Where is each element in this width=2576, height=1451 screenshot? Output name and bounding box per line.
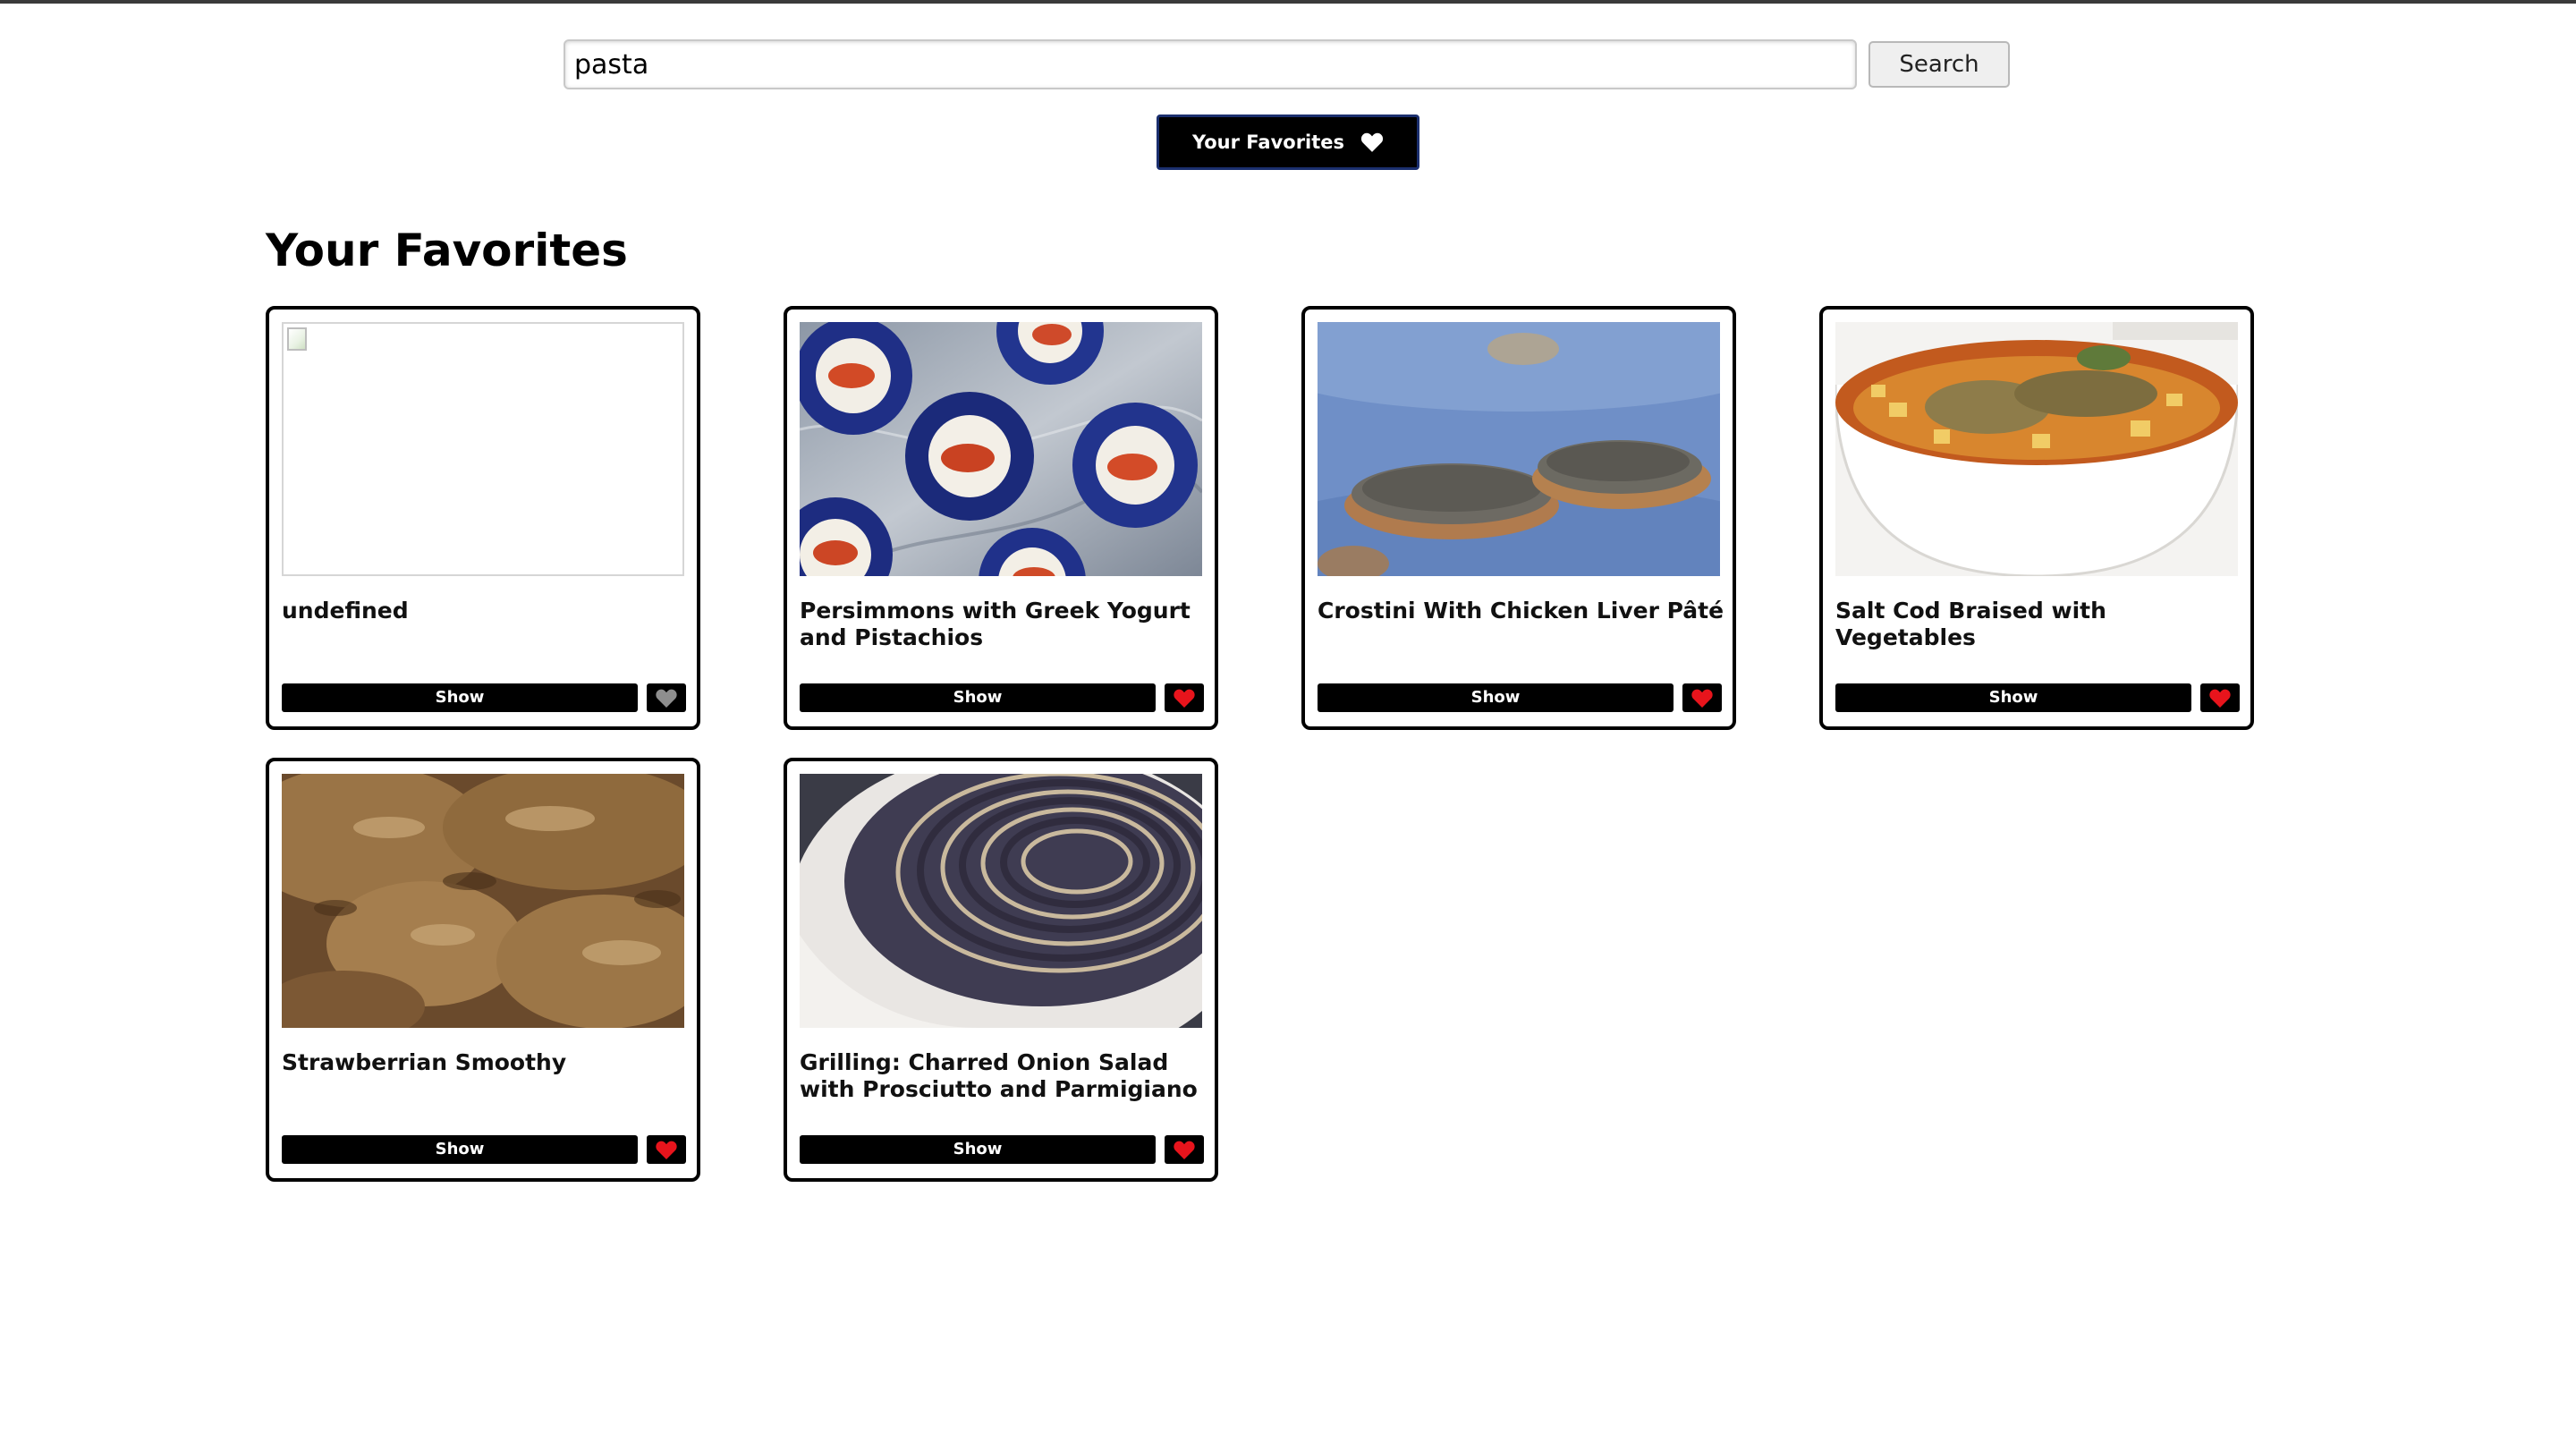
recipe-card: Crostini With Chicken Liver Pâté Show [1301, 306, 1736, 730]
heart-icon [1691, 689, 1713, 708]
salt-cod-photo [1835, 322, 2238, 576]
persimmons-photo [800, 322, 1202, 576]
recipe-card: Salt Cod Braised with Vegetables Show [1819, 306, 2254, 730]
recipe-image [800, 774, 1202, 1028]
show-button[interactable]: Show [800, 683, 1156, 712]
recipe-image [800, 322, 1202, 576]
your-favorites-button-label: Your Favorites [1191, 132, 1345, 153]
recipe-image [1835, 322, 2238, 576]
show-button[interactable]: Show [1835, 683, 2191, 712]
show-button[interactable]: Show [282, 1135, 638, 1164]
recipe-card: Strawberrian Smoothy Show [266, 758, 700, 1182]
heart-icon [1360, 132, 1384, 152]
heart-icon [1174, 1141, 1195, 1159]
recipe-image [282, 774, 684, 1028]
recipe-image [282, 322, 684, 576]
top-rule [0, 0, 2576, 4]
heart-icon [1174, 689, 1195, 708]
favorite-toggle-button[interactable] [2200, 683, 2240, 712]
favorite-toggle-button[interactable] [647, 683, 686, 712]
recipe-card: undefined Show [266, 306, 700, 730]
page-title: Your Favorites [266, 225, 628, 276]
recipe-card: Grilling: Charred Onion Salad with Prosc… [784, 758, 1218, 1182]
search-input[interactable] [564, 39, 1857, 89]
fritters-photo [282, 774, 684, 1028]
your-favorites-button[interactable]: Your Favorites [1157, 115, 1419, 170]
show-button[interactable]: Show [800, 1135, 1156, 1164]
recipe-title: Crostini With Chicken Liver Pâté [1318, 598, 1724, 624]
heart-icon [656, 1141, 677, 1159]
favorite-toggle-button[interactable] [1682, 683, 1722, 712]
heart-icon [656, 689, 677, 708]
recipe-title: Salt Cod Braised with Vegetables [1835, 598, 2106, 650]
show-button[interactable]: Show [1318, 683, 1674, 712]
recipe-title: Persimmons with Greek Yogurt and Pistach… [800, 598, 1191, 650]
favorite-toggle-button[interactable] [1165, 683, 1204, 712]
search-button[interactable]: Search [1868, 41, 2010, 88]
recipe-title: undefined [282, 598, 409, 624]
crostini-photo [1318, 322, 1720, 576]
broken-image-icon [287, 327, 307, 351]
recipe-title: Strawberrian Smoothy [282, 1049, 567, 1075]
recipe-card: Persimmons with Greek Yogurt and Pistach… [784, 306, 1218, 730]
recipe-image [1318, 322, 1720, 576]
recipe-title: Grilling: Charred Onion Salad with Prosc… [800, 1049, 1198, 1102]
show-button[interactable]: Show [282, 683, 638, 712]
favorite-toggle-button[interactable] [647, 1135, 686, 1164]
charred-onion-photo [800, 774, 1202, 1028]
favorite-toggle-button[interactable] [1165, 1135, 1204, 1164]
heart-icon [2209, 689, 2231, 708]
